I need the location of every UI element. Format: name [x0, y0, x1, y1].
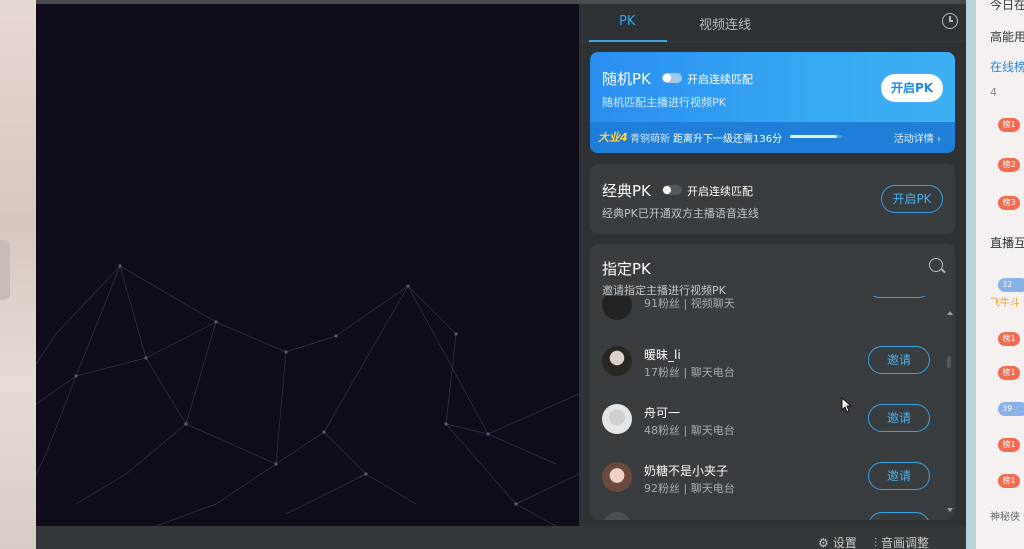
bg-row: 飞牛斗 — [990, 298, 1020, 309]
anchor-name: 舟可一 — [644, 406, 681, 420]
background-right-column: 今日在 高能用 在线榜 4 榜1 榜2 榜3 直播互 32 飞牛斗 榜1 榜1 … — [966, 0, 1024, 549]
anchor-meta: 92粉丝 | 聊天电台 — [644, 482, 735, 495]
invite-button[interactable]: 邀请 — [868, 404, 930, 432]
audio-video-adjust-button[interactable]: ⫶ 音画调整 — [874, 534, 929, 549]
pk-panel: PK 视频连线 随机PK 开启连续匹配 随机匹配主播进行视频PK 开启PK 大业… — [579, 4, 966, 526]
invite-button[interactable]: 邀请 — [868, 346, 930, 374]
pk-tabs: PK 视频连线 — [579, 4, 966, 42]
bg-row: 4 — [990, 86, 997, 99]
avatar — [602, 462, 632, 492]
bg-badge: 榜1 — [998, 332, 1020, 346]
bg-badge: 榜2 — [998, 158, 1020, 172]
designated-pk-card: 指定PK 邀请指定主播进行视频PK 91粉丝 | 视频聊天 暖昧_li 17粉丝… — [590, 244, 955, 520]
classic-start-pk-button[interactable]: 开启PK — [881, 185, 943, 213]
bg-badge: 39 — [998, 402, 1024, 416]
invite-button-partial[interactable] — [868, 296, 930, 298]
list-item — [590, 508, 940, 520]
sliders-icon: ⫶ — [874, 536, 878, 549]
pk-window: PK 视频连线 随机PK 开启连续匹配 随机匹配主播进行视频PK 开启PK 大业… — [36, 0, 966, 549]
activity-details-link[interactable]: 活动详情 › — [894, 130, 941, 145]
network-background-graphic — [36, 264, 579, 526]
bg-row: 高能用 — [990, 30, 1024, 44]
bg-badge: 榜1 — [998, 438, 1020, 452]
classic-pk-card: 经典PK 开启连续匹配 经典PK已开通双方主播语音连线 开启PK — [590, 164, 955, 234]
settings-label: 设置 — [832, 536, 857, 549]
bg-row: 在线榜 — [990, 60, 1024, 74]
avatar — [602, 404, 632, 434]
background-left-strip — [0, 0, 36, 549]
mouse-cursor-icon — [841, 397, 853, 413]
active-tab-indicator — [589, 40, 667, 42]
tab-pk[interactable]: PK — [619, 14, 635, 29]
bg-row: 今日在 — [990, 0, 1024, 12]
bg-row: 直播互 — [990, 236, 1024, 250]
anchor-name: 暖昧_li — [644, 348, 681, 362]
settings-button[interactable]: ⚙ 设置 — [818, 534, 857, 549]
level-progress-bar — [790, 135, 842, 138]
history-clock-icon[interactable] — [942, 13, 958, 29]
video-preview — [36, 4, 579, 526]
list-item: 91粉丝 | 视频聊天 — [590, 296, 940, 334]
avatar — [602, 296, 632, 320]
bg-badge: 32 — [998, 278, 1024, 292]
list-item: 暖昧_li 17粉丝 | 聊天电台 邀请 — [590, 334, 940, 392]
designated-pk-title: 指定PK — [602, 260, 651, 278]
rank-text: 青铜萌新 — [630, 134, 670, 145]
scroll-down-arrow[interactable] — [947, 508, 953, 512]
scrollbar-thumb[interactable] — [947, 356, 951, 368]
random-pk-subtitle: 随机匹配主播进行视频PK — [602, 96, 726, 109]
invite-button[interactable]: 邀请 — [868, 462, 930, 490]
classic-continuous-toggle[interactable] — [662, 185, 682, 195]
anchor-list: 91粉丝 | 视频聊天 暖昧_li 17粉丝 | 聊天电台 邀请 舟可一 48粉… — [590, 296, 955, 520]
random-continuous-toggle[interactable] — [662, 73, 682, 83]
avatar — [602, 346, 632, 376]
list-item: 奶糖不是小夹子 92粉丝 | 聊天电台 邀请 — [590, 450, 940, 508]
random-pk-level-bar: 大业4 青铜萌新 距离升下一级还需136分 活动详情 › — [590, 122, 955, 153]
gear-icon: ⚙ — [818, 536, 829, 549]
bottom-toolbar: ⚙ 设置 ⫶ 音画调整 — [36, 526, 966, 549]
anchor-meta: 91粉丝 | 视频聊天 — [644, 297, 735, 310]
background-side-tab — [0, 240, 10, 300]
tab-video-link[interactable]: 视频连线 — [699, 14, 751, 33]
level-progress-text: 距离升下一级还需136分 — [673, 134, 783, 145]
classic-continuous-label: 开启连续匹配 — [687, 185, 753, 198]
bg-badge: 榜1 — [998, 474, 1020, 488]
random-pk-title: 随机PK — [602, 70, 651, 88]
bg-badge: 榜1 — [998, 366, 1020, 380]
anchor-meta: 17粉丝 | 聊天电台 — [644, 366, 735, 379]
level-progress-fill — [790, 135, 837, 138]
avatar — [602, 512, 632, 520]
list-item: 舟可一 48粉丝 | 聊天电台 邀请 — [590, 392, 940, 450]
level-badge-icon: 大业4 — [598, 131, 628, 144]
classic-pk-title: 经典PK — [602, 182, 651, 200]
audio-adjust-label: 音画调整 — [881, 536, 930, 549]
invite-button-partial[interactable] — [868, 512, 930, 520]
search-icon[interactable] — [929, 258, 943, 272]
random-pk-card: 随机PK 开启连续匹配 随机匹配主播进行视频PK 开启PK 大业4 青铜萌新 距… — [590, 52, 955, 153]
random-continuous-label: 开启连续匹配 — [687, 73, 753, 86]
anchor-name: 奶糖不是小夹子 — [644, 464, 729, 478]
bg-row: 神秘侠 — [990, 512, 1020, 523]
bg-badge: 榜3 — [998, 196, 1020, 210]
anchor-meta: 48粉丝 | 聊天电台 — [644, 424, 735, 437]
list-scrollbar[interactable] — [947, 306, 951, 516]
random-start-pk-button[interactable]: 开启PK — [881, 74, 943, 102]
bg-badge: 榜1 — [998, 118, 1020, 132]
classic-pk-subtitle: 经典PK已开通双方主播语音连线 — [602, 207, 759, 220]
